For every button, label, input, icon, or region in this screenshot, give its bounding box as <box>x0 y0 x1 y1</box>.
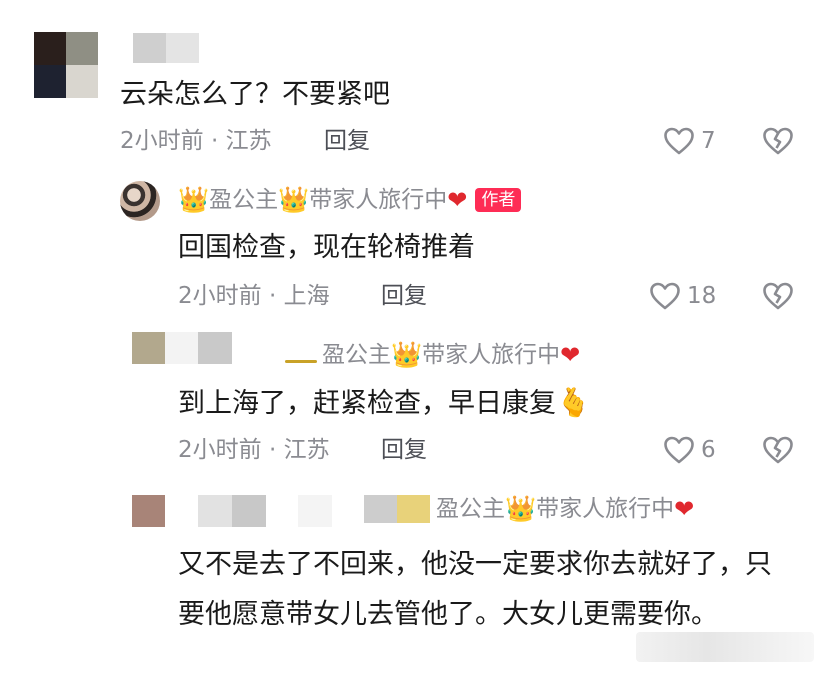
comment-text: 到上海了，赶紧检查，早日康复🫰 <box>178 386 591 419</box>
like-button[interactable]: 6 <box>663 435 716 465</box>
dislike-button[interactable] <box>762 126 794 160</box>
reply-button[interactable]: 回复 <box>324 126 370 156</box>
like-count: 6 <box>701 437 716 463</box>
comment-text: 回国检查，现在轮椅推着 <box>178 232 475 263</box>
watermark <box>636 632 814 662</box>
username-redacted[interactable] <box>364 495 430 523</box>
heart-outline-icon <box>650 282 680 310</box>
red-heart-emoji: ❤ <box>560 341 581 369</box>
avatar-redacted[interactable] <box>132 332 232 364</box>
comment-text: 又不是去了不回来，他没一定要求你去就好了，只要他愿意带女儿去管他了。大女儿更需要… <box>178 549 772 630</box>
crown-emoji: 👑 <box>278 185 310 214</box>
comment-text: 云朵怎么了？不要紧吧 <box>120 79 390 110</box>
heart-outline-icon <box>664 436 694 464</box>
like-count: 7 <box>701 128 716 154</box>
broken-heart-icon <box>763 282 793 310</box>
red-heart-emoji: ❤ <box>674 495 695 523</box>
red-heart-emoji: ❤ <box>447 186 468 214</box>
comment-time-location: 2小时前 · 江苏 <box>178 437 330 463</box>
author-badge: 作者 <box>475 188 522 212</box>
comment-time-location: 2小时前 · 江苏 <box>120 128 272 154</box>
username-redacted[interactable] <box>133 33 199 63</box>
crown-emoji: 👑 <box>391 340 423 369</box>
avatar-redacted[interactable] <box>132 495 332 527</box>
reply-button[interactable]: 回复 <box>381 281 427 311</box>
crown-emoji: 👑 <box>178 185 210 214</box>
author-avatar[interactable] <box>120 181 160 221</box>
like-button[interactable]: 7 <box>663 126 716 156</box>
heart-hands-emoji: 🫰 <box>556 386 591 419</box>
reply-button[interactable]: 回复 <box>381 435 427 465</box>
crown-emoji: 👑 <box>505 494 537 523</box>
avatar[interactable] <box>34 32 98 98</box>
like-button[interactable]: 18 <box>649 281 716 311</box>
broken-heart-icon <box>763 436 793 464</box>
like-count: 18 <box>687 283 717 309</box>
author-username[interactable]: 👑 盈公主 👑 带家人旅行中 ❤ 作者 <box>178 185 522 215</box>
reply-to-username[interactable]: 盈公主 👑 带家人旅行中 ❤ <box>322 340 580 370</box>
dislike-button[interactable] <box>762 281 794 315</box>
broken-heart-icon <box>763 127 793 155</box>
dislike-button[interactable] <box>762 435 794 469</box>
comment-time-location: 2小时前 · 上海 <box>178 283 330 309</box>
redacted-username-fragment <box>285 360 317 363</box>
reply-to-username[interactable]: 盈公主 👑 带家人旅行中 ❤ <box>436 494 694 524</box>
heart-outline-icon <box>664 127 694 155</box>
